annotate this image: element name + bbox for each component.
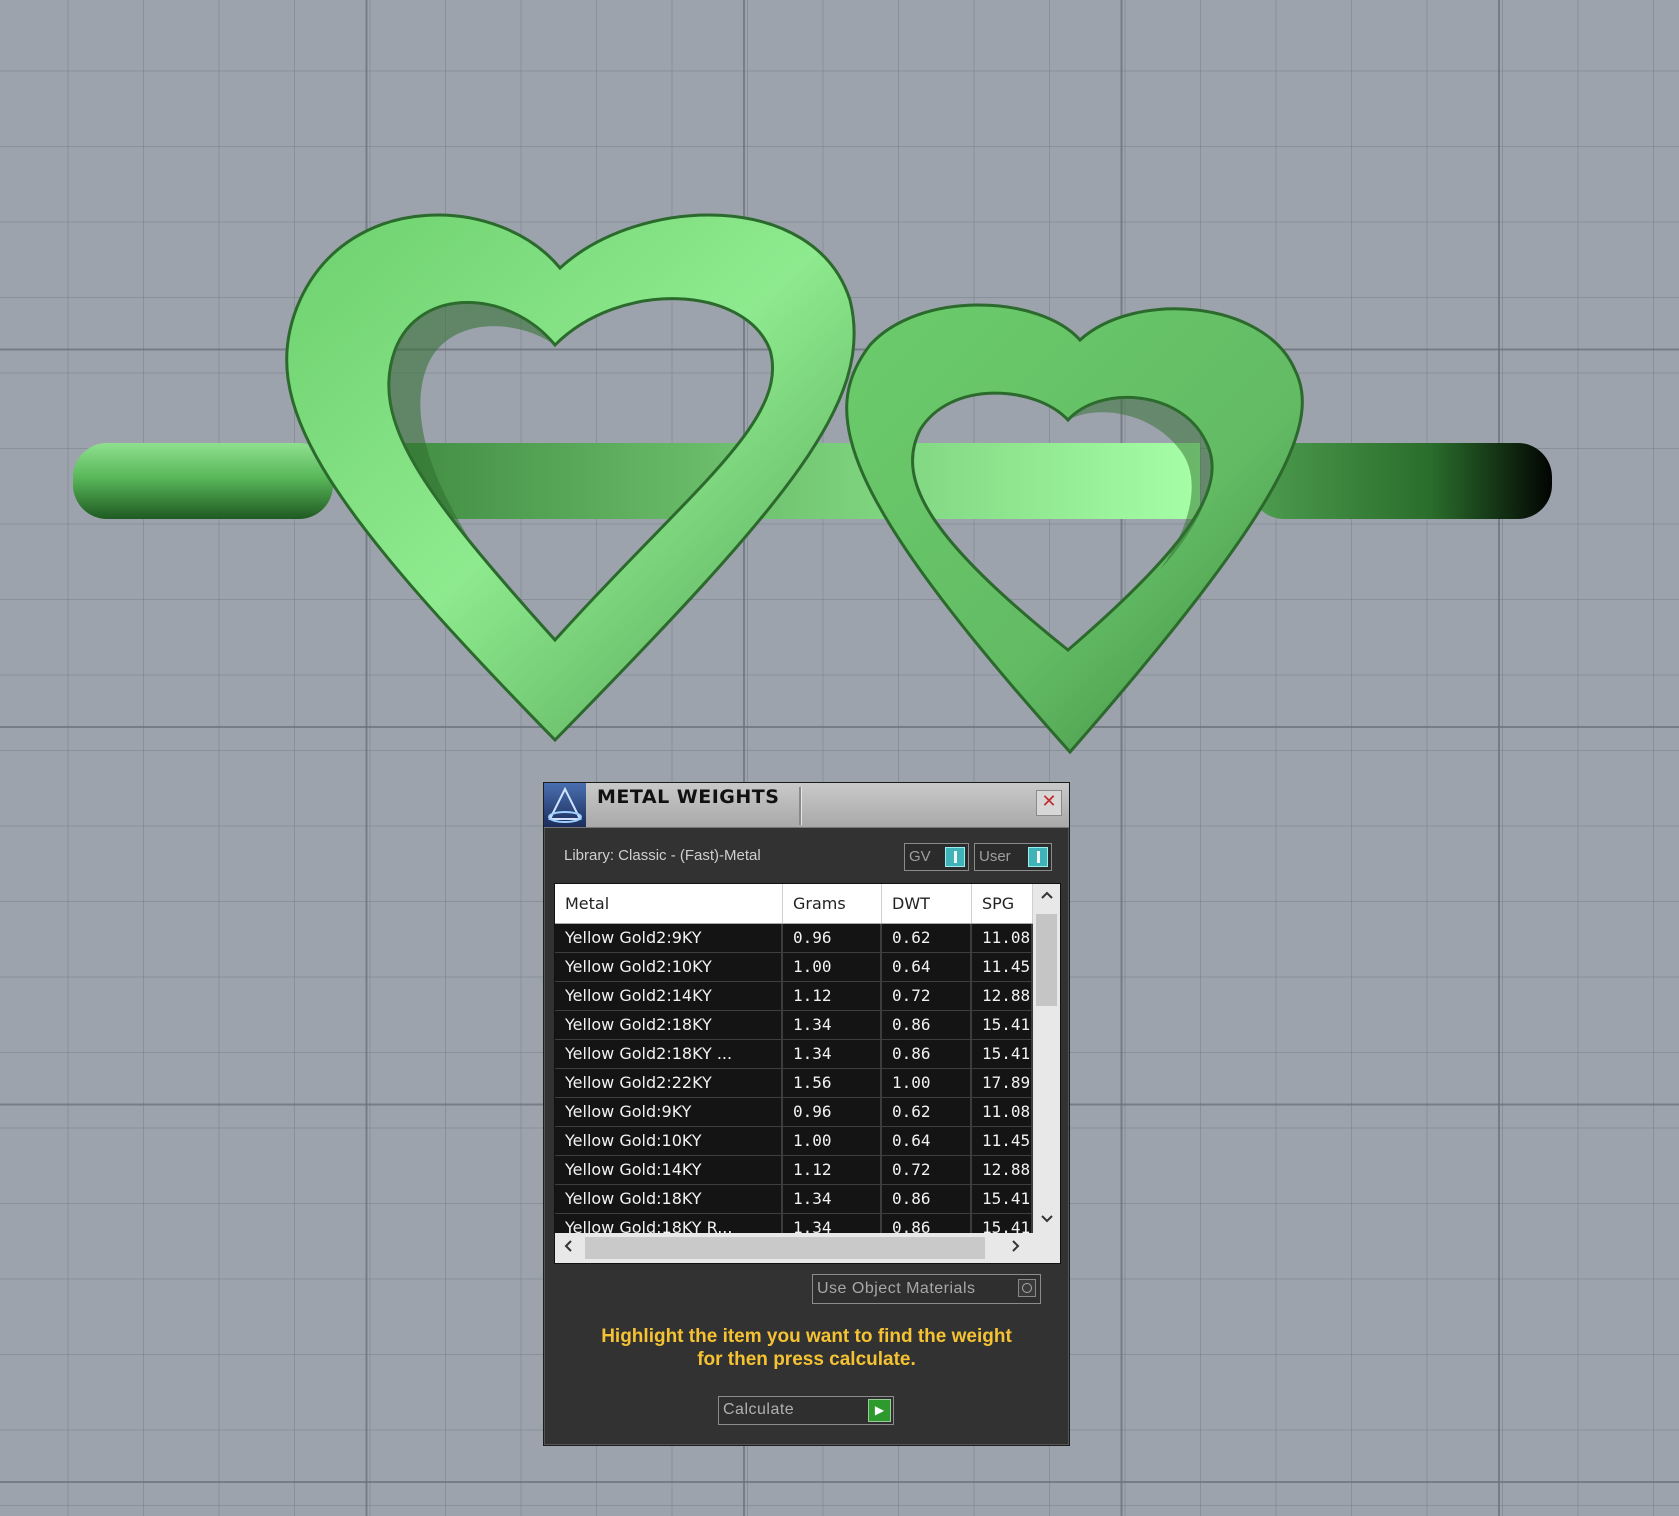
cell-grams: 1.12 <box>783 1156 882 1184</box>
horizontal-scroll-thumb[interactable] <box>585 1237 985 1259</box>
cell-dwt: 0.86 <box>882 1185 972 1213</box>
table-row[interactable]: Yellow Gold:14KY 1.12 0.72 12.88 <box>555 1156 1033 1185</box>
table-row[interactable]: Yellow Gold2:14KY 1.12 0.72 12.88 <box>555 982 1033 1011</box>
radio-icon[interactable] <box>1018 1279 1036 1297</box>
use-object-materials-label: Use Object Materials <box>817 1280 976 1297</box>
cell-spg: 11.08 <box>972 1098 1033 1126</box>
cell-grams: 1.00 <box>783 953 882 981</box>
table-row[interactable]: Yellow Gold2:22KY 1.56 1.00 17.89 <box>555 1069 1033 1098</box>
user-toggle-knob <box>1028 847 1048 867</box>
cell-metal: Yellow Gold2:18KY ... <box>555 1040 783 1068</box>
cell-dwt: 0.86 <box>882 1040 972 1068</box>
dialog-titlebar[interactable]: METAL WEIGHTS ✕ <box>544 783 1069 828</box>
horizontal-scrollbar[interactable] <box>555 1233 1060 1263</box>
library-label: Library: Classic - (Fast)-Metal <box>564 847 761 864</box>
cell-spg: 15.41 <box>972 1011 1033 1039</box>
gv-toggle[interactable]: GV <box>904 843 969 871</box>
cell-metal: Yellow Gold2:18KY <box>555 1011 783 1039</box>
cell-metal: Yellow Gold2:10KY <box>555 953 783 981</box>
header-dwt[interactable]: DWT <box>882 884 972 923</box>
header-spg[interactable]: SPG <box>972 884 1033 923</box>
cell-grams: 1.00 <box>783 1127 882 1155</box>
cell-metal: Yellow Gold:10KY <box>555 1127 783 1155</box>
cell-dwt: 0.72 <box>882 1156 972 1184</box>
calculate-label: Calculate <box>723 1401 795 1418</box>
table-row[interactable]: Yellow Gold2:18KY ... 1.34 0.86 15.41 <box>555 1040 1033 1069</box>
cell-spg: 11.45 <box>972 953 1033 981</box>
table-row[interactable]: Yellow Gold2:18KY 1.34 0.86 15.41 <box>555 1011 1033 1040</box>
cell-grams: 1.34 <box>783 1011 882 1039</box>
gv-toggle-knob <box>945 847 965 867</box>
metal-weights-dialog: METAL WEIGHTS ✕ Library: Classic - (Fast… <box>543 782 1070 1446</box>
instruction-line-1: Highlight the item you want to find the … <box>601 1326 1012 1347</box>
table-row[interactable]: Yellow Gold:10KY 1.00 0.64 11.45 <box>555 1127 1033 1156</box>
user-toggle[interactable]: User <box>974 843 1052 871</box>
header-grams[interactable]: Grams <box>783 884 882 923</box>
small-heart <box>845 303 1304 755</box>
cell-metal: Yellow Gold2:22KY <box>555 1069 783 1097</box>
cell-spg: 11.08 <box>972 924 1033 952</box>
cell-spg: 11.45 <box>972 1127 1033 1155</box>
calculate-button[interactable]: Calculate ▶ <box>718 1396 894 1425</box>
cell-spg: 17.89 <box>972 1069 1033 1097</box>
band-left <box>73 443 333 519</box>
cell-spg: 15.41 <box>972 1040 1033 1068</box>
play-icon[interactable]: ▶ <box>868 1399 891 1422</box>
cell-spg: 12.88 <box>972 982 1033 1010</box>
cell-grams: 1.56 <box>783 1069 882 1097</box>
cell-metal: Yellow Gold2:14KY <box>555 982 783 1010</box>
scroll-left-icon[interactable] <box>555 1233 581 1263</box>
cell-metal: Yellow Gold2:9KY <box>555 924 783 952</box>
table-header: Metal Grams DWT SPG <box>555 884 1033 924</box>
cell-grams: 1.34 <box>783 1040 882 1068</box>
vertical-scrollbar[interactable] <box>1033 884 1060 1233</box>
app-logo-icon <box>544 783 586 827</box>
table-row[interactable]: Yellow Gold:18KY 1.34 0.86 15.41 <box>555 1185 1033 1214</box>
vertical-scroll-thumb[interactable] <box>1036 914 1057 1006</box>
user-toggle-label: User <box>979 848 1011 865</box>
title-separator <box>799 787 802 825</box>
cell-metal: Yellow Gold:9KY <box>555 1098 783 1126</box>
cell-spg: 15.41 <box>972 1185 1033 1213</box>
cell-spg: 12.88 <box>972 1156 1033 1184</box>
instruction-text: Highlight the item you want to find the … <box>564 1325 1049 1371</box>
cell-dwt: 0.62 <box>882 1098 972 1126</box>
cell-dwt: 0.64 <box>882 953 972 981</box>
scroll-right-icon[interactable] <box>1003 1233 1029 1263</box>
table-body: Yellow Gold2:9KY 0.96 0.62 11.08 Yellow … <box>555 924 1033 1243</box>
gv-toggle-label: GV <box>909 848 931 865</box>
cell-dwt: 0.64 <box>882 1127 972 1155</box>
header-metal[interactable]: Metal <box>555 884 783 923</box>
table-row[interactable]: Yellow Gold:9KY 0.96 0.62 11.08 <box>555 1098 1033 1127</box>
dialog-title: METAL WEIGHTS <box>597 786 780 808</box>
cell-grams: 1.34 <box>783 1185 882 1213</box>
cell-grams: 0.96 <box>783 1098 882 1126</box>
cell-dwt: 1.00 <box>882 1069 972 1097</box>
table-row[interactable]: Yellow Gold2:9KY 0.96 0.62 11.08 <box>555 924 1033 953</box>
cell-metal: Yellow Gold:14KY <box>555 1156 783 1184</box>
cell-grams: 1.12 <box>783 982 882 1010</box>
scroll-down-icon[interactable] <box>1033 1208 1060 1232</box>
close-icon[interactable]: ✕ <box>1036 790 1062 816</box>
instruction-line-2: for then press calculate. <box>697 1349 916 1370</box>
metal-table[interactable]: Metal Grams DWT SPG Yellow Gold2:9KY 0.9… <box>554 883 1061 1264</box>
table-row[interactable]: Yellow Gold2:10KY 1.00 0.64 11.45 <box>555 953 1033 982</box>
scroll-up-icon[interactable] <box>1033 884 1060 908</box>
cell-dwt: 0.86 <box>882 1011 972 1039</box>
band-right <box>1250 443 1552 519</box>
cell-metal: Yellow Gold:18KY <box>555 1185 783 1213</box>
cell-dwt: 0.62 <box>882 924 972 952</box>
use-object-materials-toggle[interactable]: Use Object Materials <box>812 1274 1041 1304</box>
cell-dwt: 0.72 <box>882 982 972 1010</box>
cell-grams: 0.96 <box>783 924 882 952</box>
